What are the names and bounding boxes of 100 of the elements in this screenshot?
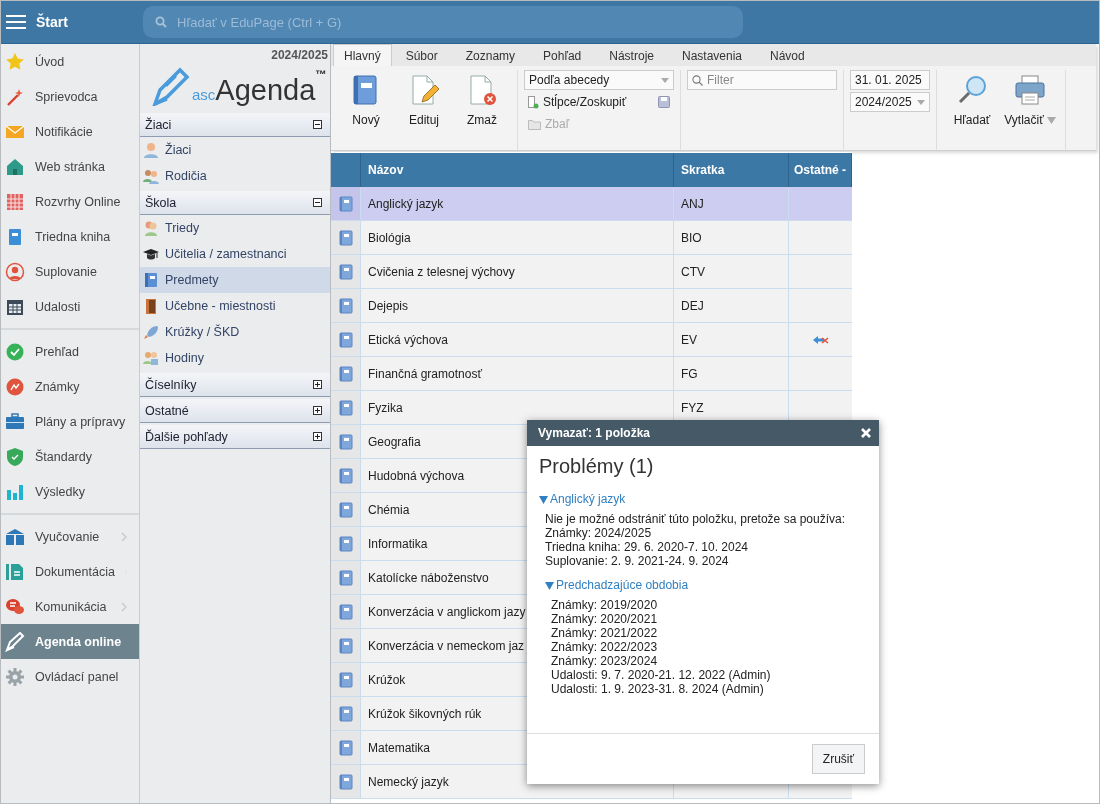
printer-icon: [1014, 74, 1046, 106]
panel-item[interactable]: Hodiny: [140, 345, 330, 371]
table-cell: Cvičenia z telesnej výchovy: [361, 255, 674, 288]
section-header[interactable]: Číselníky: [140, 373, 330, 397]
tab[interactable]: Súbor: [391, 45, 452, 66]
book-icon: [338, 331, 353, 348]
toolbar-button[interactable]: Vytlačiť: [1001, 70, 1059, 150]
message-line: Známky: 2021/2022: [551, 626, 659, 640]
sort-select[interactable]: Podľa abecedy: [524, 70, 674, 90]
table-row[interactable]: Anglický jazyk ANJ: [331, 187, 852, 221]
section-header[interactable]: Škola: [140, 191, 330, 215]
people-icon: [143, 350, 159, 366]
person-icon: [143, 142, 159, 158]
sidebar-item[interactable]: Úvod: [1, 44, 139, 79]
briefcase-icon: [5, 411, 25, 432]
tab[interactable]: Zoznamy: [451, 45, 530, 66]
tab[interactable]: Návod: [756, 45, 819, 66]
check-icon: [5, 341, 25, 362]
caret-icon: [661, 77, 669, 83]
document-icon: [5, 561, 25, 582]
book-icon: [338, 365, 353, 382]
tab[interactable]: Nástroje: [595, 45, 668, 66]
grade-icon: [5, 376, 25, 397]
panel-item[interactable]: Krúžky / ŠKD: [140, 319, 330, 345]
sidebar-item[interactable]: Notifikácie: [1, 114, 139, 149]
sidebar-item[interactable]: Dokumentácia: [1, 554, 139, 589]
tab[interactable]: Nastavenia: [667, 45, 756, 66]
columns-link[interactable]: Stĺpce/Zoskupiť: [524, 92, 627, 112]
book-icon: [338, 671, 353, 688]
sidebar-item[interactable]: Triedna kniha: [1, 219, 139, 254]
sidebar-item[interactable]: Ovládací panel: [1, 659, 139, 694]
folder-icon: [528, 118, 541, 130]
graduation-cap-icon: [143, 246, 159, 262]
sidebar-item[interactable]: Agenda online: [1, 624, 139, 659]
toolbar-button[interactable]: Nový: [337, 70, 395, 150]
columns-icon: [528, 95, 539, 109]
section-header[interactable]: Žiaci: [140, 113, 330, 137]
sidebar-item[interactable]: Štandardy: [1, 439, 139, 474]
table-cell: FG: [674, 357, 789, 390]
table-row[interactable]: Biológia BIO: [331, 221, 852, 255]
menu-button[interactable]: [6, 14, 26, 30]
message-line: Známky: 2024/2025: [545, 526, 653, 540]
table-cell: Anglický jazyk: [361, 187, 674, 220]
section-header[interactable]: Ostatné: [140, 399, 330, 423]
year-select[interactable]: 2024/2025: [850, 92, 930, 112]
toolbar-button[interactable]: Edituj: [395, 70, 453, 150]
menu-icon: [6, 14, 26, 30]
book-icon: [338, 739, 353, 756]
panel-item[interactable]: Predmety: [140, 267, 330, 293]
search-field[interactable]: Hľadať v EduPage (Ctrl + G): [143, 6, 743, 38]
close-icon: [861, 428, 871, 438]
panel-item[interactable]: Triedy: [140, 215, 330, 241]
table-row[interactable]: Fyzika FYZ: [331, 391, 852, 425]
sidebar-item[interactable]: Web stránka: [1, 149, 139, 184]
star-icon: [5, 51, 25, 72]
book-icon: [338, 399, 353, 416]
date-field[interactable]: 31. 01. 2025: [850, 70, 930, 90]
panel-item[interactable]: Učitelia / zamestnanci: [140, 241, 330, 267]
search-icon: [155, 16, 167, 28]
table-cell: Finančná gramotnosť: [361, 357, 674, 390]
chat-icon: [5, 596, 25, 617]
people-icon: [143, 168, 159, 184]
filter-field[interactable]: Filter: [687, 70, 837, 90]
table-row[interactable]: Cvičenia z telesnej výchovy CTV: [331, 255, 852, 289]
sidebar-item[interactable]: Známky: [1, 369, 139, 404]
message-line: Známky: 2020/2021: [551, 612, 659, 626]
table-cell: Biológia: [361, 221, 674, 254]
cancel-button[interactable]: Zrušiť: [811, 744, 865, 774]
sidebar-item[interactable]: Prehľad: [1, 334, 139, 369]
section-header[interactable]: Ďalšie pohľady: [140, 425, 330, 449]
book-icon: [338, 569, 353, 586]
tab[interactable]: Hlavný: [333, 44, 392, 66]
calendar-icon: [5, 191, 25, 212]
book-icon: [338, 705, 353, 722]
table-row[interactable]: Finančná gramotnosť FG: [331, 357, 852, 391]
sidebar-item[interactable]: Výsledky: [1, 474, 139, 509]
panel-item[interactable]: Žiaci: [140, 137, 330, 163]
close-button[interactable]: [861, 428, 871, 438]
message-line: Známky: 2019/2020: [551, 598, 659, 612]
sidebar-item[interactable]: Sprievodca: [1, 79, 139, 114]
door-icon: [143, 298, 159, 314]
panel-item[interactable]: Učebne - miestnosti: [140, 293, 330, 319]
message-line: Známky: 2022/2023: [551, 640, 659, 654]
search-icon: [956, 74, 988, 106]
tab[interactable]: Pohľad: [529, 45, 596, 66]
sidebar-item[interactable]: Plány a prípravy: [1, 404, 139, 439]
toolbar-button[interactable]: Zmaž: [453, 70, 511, 150]
sidebar-item[interactable]: Komunikácia: [1, 589, 139, 624]
toolbar-button[interactable]: Hľadať: [943, 70, 1001, 150]
caret-icon: [917, 99, 925, 105]
sidebar-item[interactable]: Rozvrhy Online: [1, 184, 139, 219]
sidebar-item[interactable]: Udalosti: [1, 289, 139, 324]
table-row[interactable]: Dejepis DEJ: [331, 289, 852, 323]
panel-item[interactable]: Rodičia: [140, 163, 330, 189]
person-icon: [5, 261, 25, 282]
sidebar-item[interactable]: Suplovanie: [1, 254, 139, 289]
table-cell: DEJ: [674, 289, 789, 322]
sidebar-item[interactable]: Vyučovanie: [1, 519, 139, 554]
table-cell: EV: [674, 323, 789, 356]
table-row[interactable]: Etická výchova EV: [331, 323, 852, 357]
